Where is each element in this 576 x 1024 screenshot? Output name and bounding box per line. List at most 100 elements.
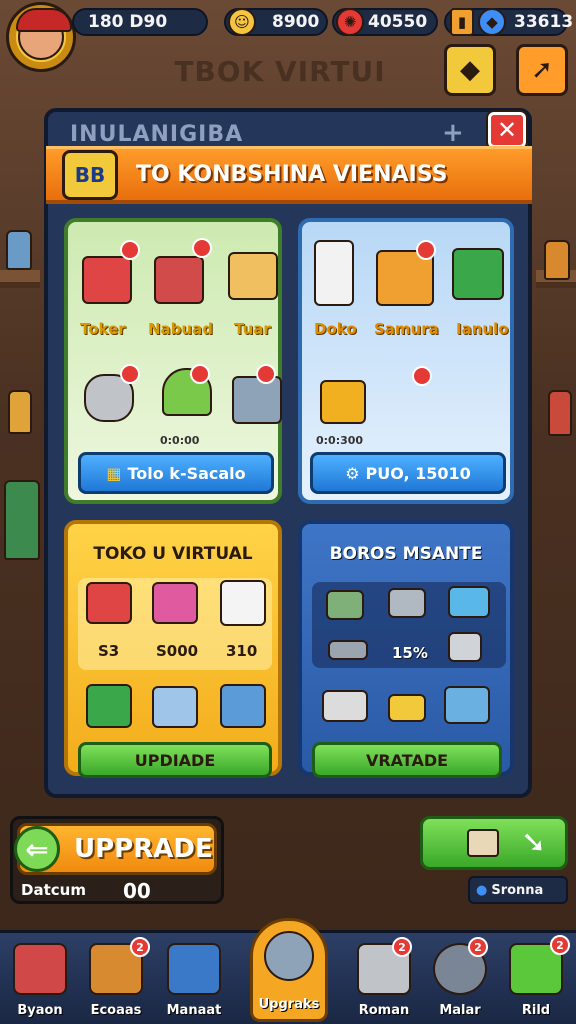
blue-card-button-label: PUO, 15010: [365, 463, 471, 483]
star-button[interactable]: ◆: [444, 44, 496, 96]
coin-counter[interactable]: ☺ 8900: [224, 8, 328, 36]
item-label: Ianulo: [456, 320, 509, 338]
status-pill: ● Sronna: [468, 876, 568, 904]
virtual-store-button-label: UPDIADE: [134, 750, 216, 770]
timer-text: 0:0:00: [160, 434, 200, 447]
upgrade-button[interactable]: ⇐ UPPRADE: [14, 823, 217, 875]
upgrade-value: 00: [123, 879, 151, 903]
building-icon[interactable]: [314, 240, 354, 306]
notification-badge: [120, 364, 140, 384]
book-stack: [4, 480, 40, 560]
shop-card-goods: Doko Samura Ianulo 0:0:300 ⚙ PUO, 15010: [298, 218, 514, 504]
boost-button[interactable]: ➚: [516, 44, 568, 96]
jar-decoration: [548, 390, 572, 436]
item-label: Toker: [80, 320, 126, 338]
shop-sign: TBOK VIRTUI: [174, 55, 386, 88]
robot-upgrade-icon: [264, 931, 314, 981]
item-label: Nabuad: [148, 320, 213, 338]
green-card-button-label: Tolo k-Sacalo: [127, 463, 246, 483]
card-counter[interactable]: ▮ ◆ 33613: [444, 8, 573, 36]
coin-value: 8900: [272, 12, 320, 32]
status-label: Sronna: [491, 882, 544, 898]
tank-icon[interactable]: [326, 590, 364, 620]
arrow-icon: ➚: [531, 55, 553, 85]
toolbox-icon[interactable]: [82, 256, 132, 304]
drill-icon[interactable]: [328, 640, 368, 660]
virtual-store-card: TOKO U VIRTUAL S3 S000 310 UPDIADE: [64, 520, 282, 778]
price-label: S3: [98, 642, 120, 660]
nav-label: Ecoaas: [90, 1003, 142, 1018]
notification-badge: [416, 240, 436, 260]
bonus-percent: 15%: [392, 644, 428, 662]
money-icon: ▦: [106, 463, 122, 483]
virtual-store-upgrade-button[interactable]: UPDIADE: [78, 742, 272, 778]
jar-decoration: [6, 230, 32, 270]
item-label: Doko: [314, 320, 357, 338]
nav-item-active[interactable]: Upgraks: [250, 918, 328, 1022]
crate-icon[interactable]: [228, 252, 278, 300]
basket-icon[interactable]: [388, 588, 426, 618]
banner-title: TO KONBSHINA VIENAISS: [136, 162, 448, 187]
nav-active-label: Upgraks: [258, 997, 320, 1012]
register-icon[interactable]: [154, 256, 204, 304]
projector-icon[interactable]: [320, 380, 366, 424]
jar-decoration: [8, 390, 32, 434]
bag-icon: [467, 829, 499, 857]
plus-icon: +: [442, 118, 464, 148]
upgrade-sub-label: Datcum: [21, 881, 86, 899]
item-label: Samura: [374, 320, 439, 338]
nav-item[interactable]: Manaat: [158, 933, 230, 1024]
nav-item[interactable]: Byaon: [4, 933, 76, 1024]
price-label: 310: [226, 642, 258, 660]
notification-badge: 2: [130, 937, 150, 957]
player-face-icon: [16, 8, 72, 60]
gem-counter[interactable]: ✺ 40550: [332, 8, 438, 36]
level-value: 180 D90: [88, 12, 168, 32]
cart-icon[interactable]: [232, 376, 282, 424]
notification-badge: [192, 238, 212, 258]
gem-value: 40550: [368, 12, 428, 32]
panel-title: INULANIGIBA: [70, 122, 244, 147]
robot-icon[interactable]: [448, 632, 482, 662]
machine-icon[interactable]: [322, 690, 368, 722]
calculator-icon[interactable]: [152, 686, 198, 728]
nav-label: Byaon: [17, 1003, 63, 1018]
bonus-card: BOROS MSANTE 15% VRATADE: [298, 520, 514, 778]
basket-icon[interactable]: [452, 248, 504, 300]
notification-badge: 2: [550, 935, 570, 955]
nav-label: Manaat: [166, 1003, 222, 1018]
card-value: 33613: [514, 12, 574, 32]
notification-badge: [120, 240, 140, 260]
price-label: S000: [156, 642, 199, 660]
card-icon: ▮: [450, 8, 474, 36]
upgrade-panel: ⇐ UPPRADE Datcum 00: [10, 816, 224, 904]
safe-icon[interactable]: [220, 684, 266, 728]
chest-icon[interactable]: [448, 586, 490, 618]
notification-badge: [190, 364, 210, 384]
nav-label: Rild: [521, 1003, 551, 1018]
star-icon: ◆: [460, 55, 480, 85]
notification-badge: 2: [468, 937, 488, 957]
inventory-button[interactable]: ➘: [420, 816, 568, 870]
close-button[interactable]: ✕: [488, 112, 526, 148]
shelf-left: [0, 270, 40, 288]
box-icon[interactable]: [444, 686, 490, 724]
bonus-upgrade-button[interactable]: VRATADE: [312, 742, 502, 778]
notification-badge: 2: [392, 937, 412, 957]
coin-icon: ☺: [228, 8, 256, 36]
level-counter: 180 D90: [72, 8, 208, 36]
green-card-button[interactable]: ▦ Tolo k-Sacalo: [78, 452, 274, 494]
register-icon[interactable]: [86, 582, 132, 624]
manager-icon: [167, 943, 221, 995]
bonus-button-label: VRATADE: [365, 750, 449, 770]
player-avatar[interactable]: [6, 2, 76, 72]
shop-card-tools: Toker Nabuad Tuar 0:0:00 ▦ Tolo k-Sacalo: [64, 218, 282, 504]
price-text: 0:0:300: [316, 434, 364, 447]
camera-icon[interactable]: [86, 684, 132, 728]
paper-icon[interactable]: [220, 580, 266, 626]
printer-icon[interactable]: [388, 694, 426, 722]
notification-badge: [256, 364, 276, 384]
item-label: Tuar: [234, 320, 271, 338]
blue-card-button[interactable]: ⚙ PUO, 15010: [310, 452, 506, 494]
gift-icon[interactable]: [152, 582, 198, 624]
